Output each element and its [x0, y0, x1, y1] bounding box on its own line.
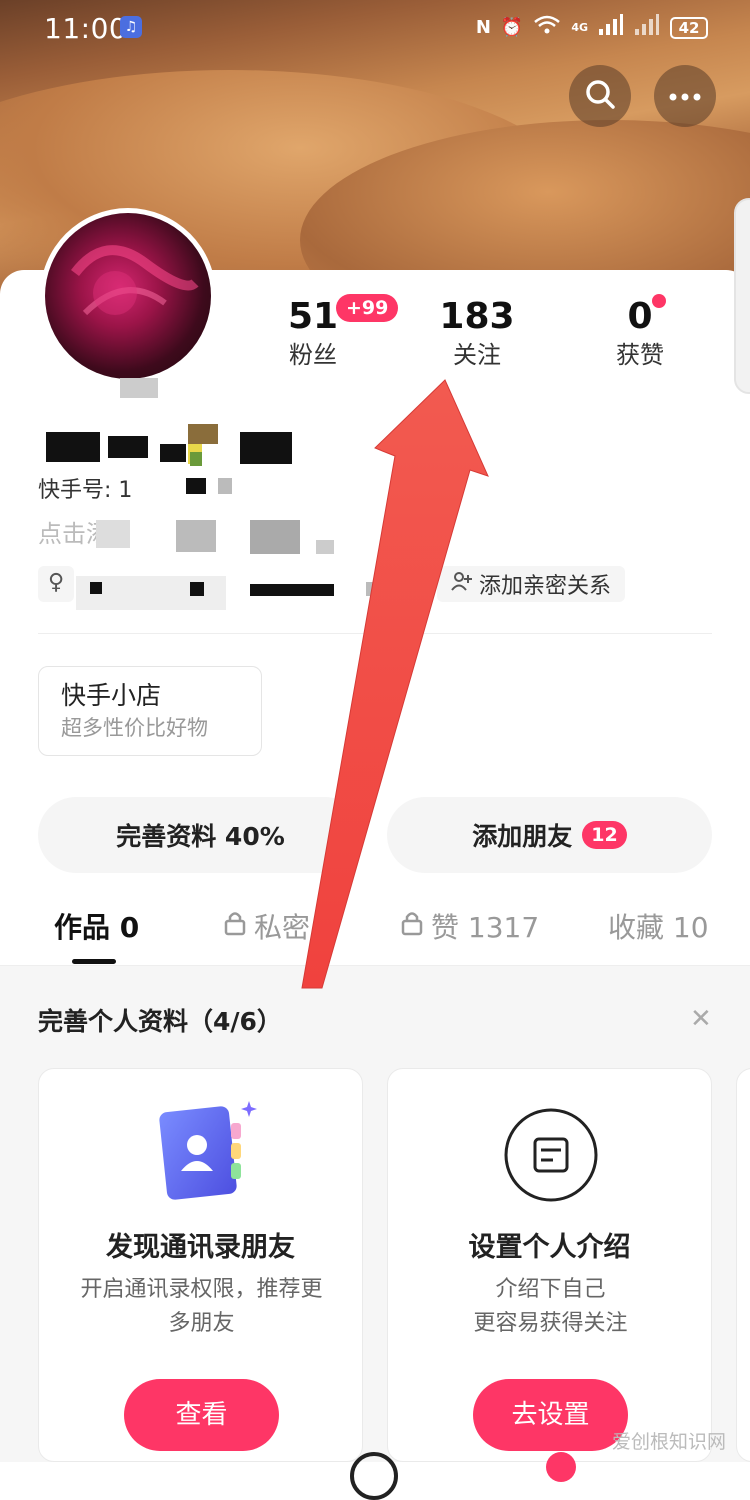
- annotation-arrow: [0, 0, 750, 1462]
- watermark: 爱创根知识网: [612, 1427, 726, 1454]
